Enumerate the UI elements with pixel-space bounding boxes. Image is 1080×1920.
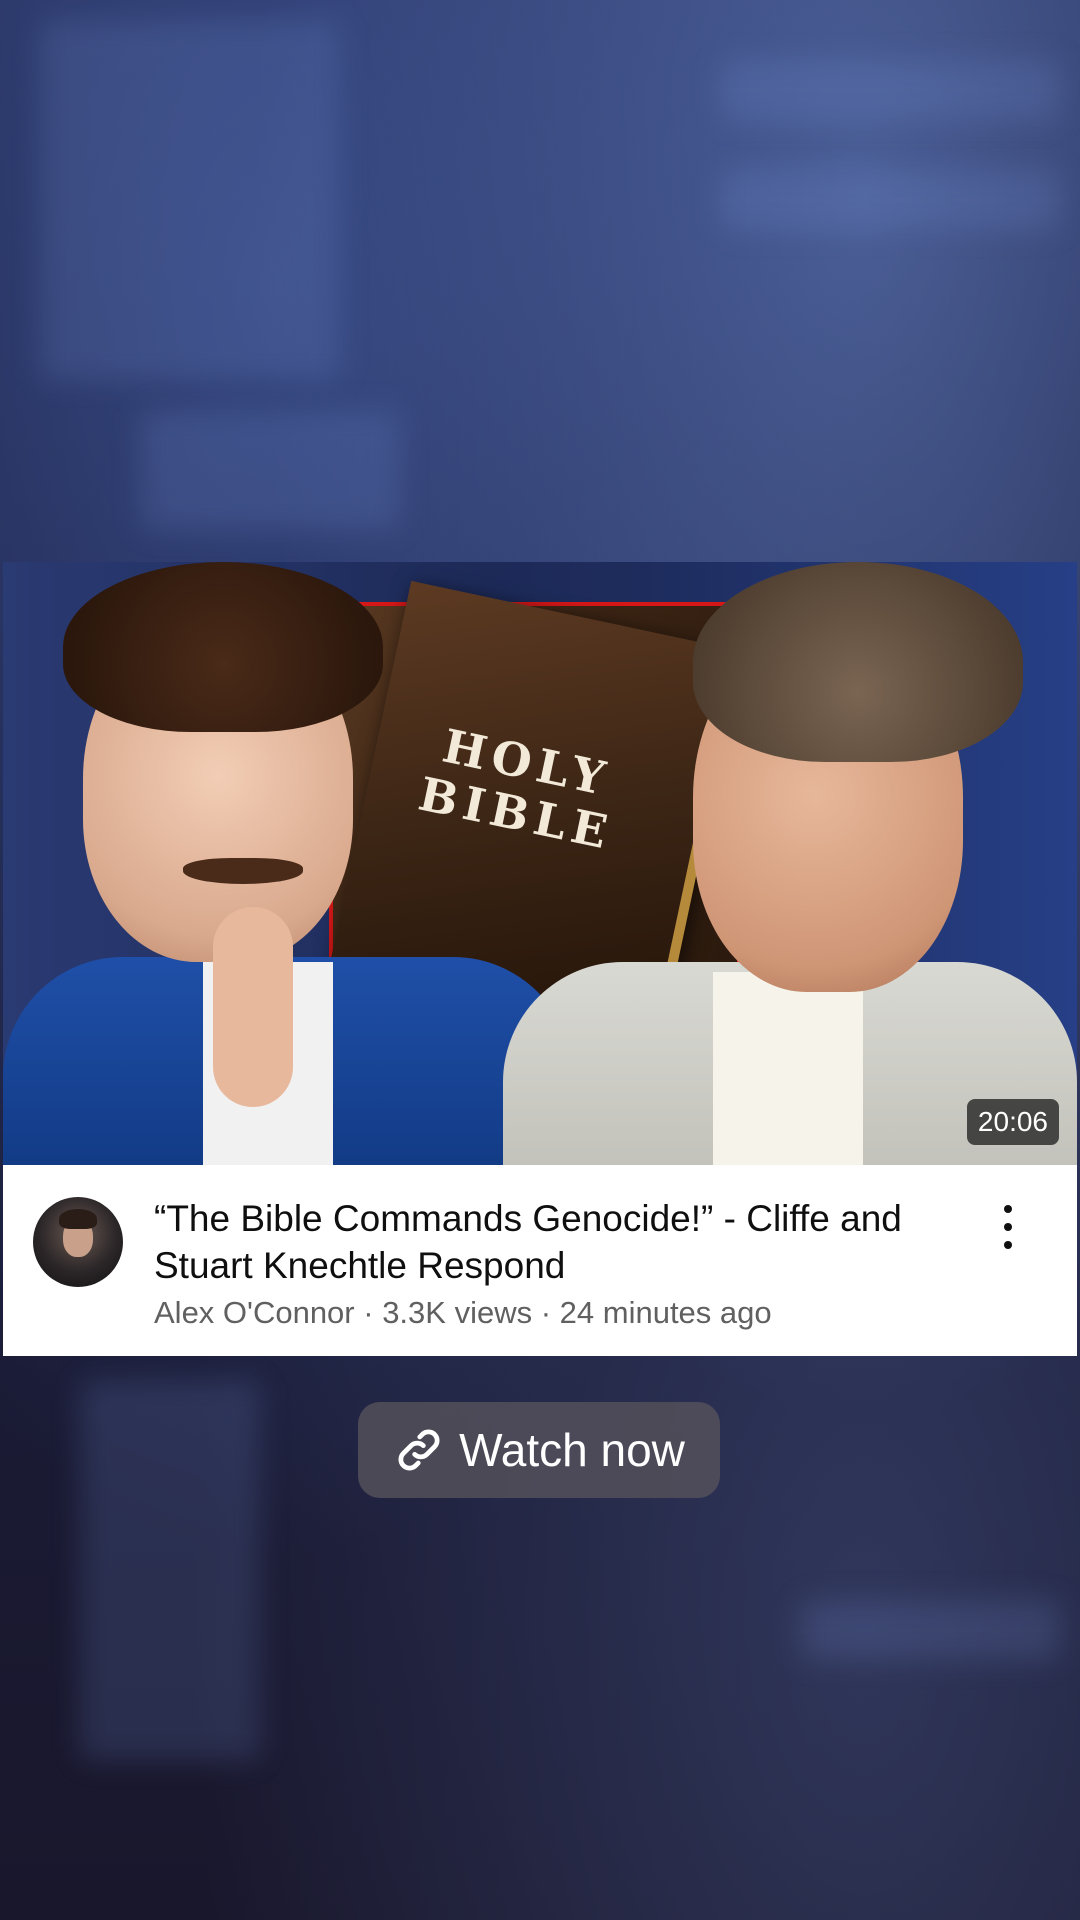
background-shelf [800,1600,1060,1660]
video-thumbnail[interactable]: HOLY BIBLE 20:06 [3,562,1077,1165]
watch-now-button[interactable]: Watch now [358,1402,720,1498]
thumbnail-person-right [503,562,1077,1165]
meta-separator: · [532,1295,560,1330]
video-info-card[interactable]: “The Bible Commands Genocide!” - Cliffe … [3,1165,1077,1356]
background-shelf [720,170,1060,230]
watch-now-label: Watch now [459,1424,685,1476]
background-shelf [40,20,340,380]
more-vertical-icon[interactable] [993,1203,1023,1251]
thumbnail-person-left [3,562,573,1165]
video-title[interactable]: “The Bible Commands Genocide!” - Cliffe … [154,1195,934,1289]
background-shelf [140,410,400,530]
upload-age: 24 minutes ago [559,1295,772,1330]
background-shelf [720,60,1060,120]
channel-avatar[interactable] [33,1197,123,1287]
meta-separator: · [354,1295,383,1330]
video-duration-badge: 20:06 [966,1099,1059,1145]
view-count: 3.3K views [382,1295,533,1330]
story-background: HOLY BIBLE 20:06 “The Bible Commands Geno… [0,0,1080,1920]
background-shelf [80,1380,260,1760]
link-icon [398,1429,440,1471]
channel-name[interactable]: Alex O'Connor [154,1295,355,1330]
video-metadata: Alex O'Connor · 3.3K views · 24 minutes … [154,1295,772,1331]
